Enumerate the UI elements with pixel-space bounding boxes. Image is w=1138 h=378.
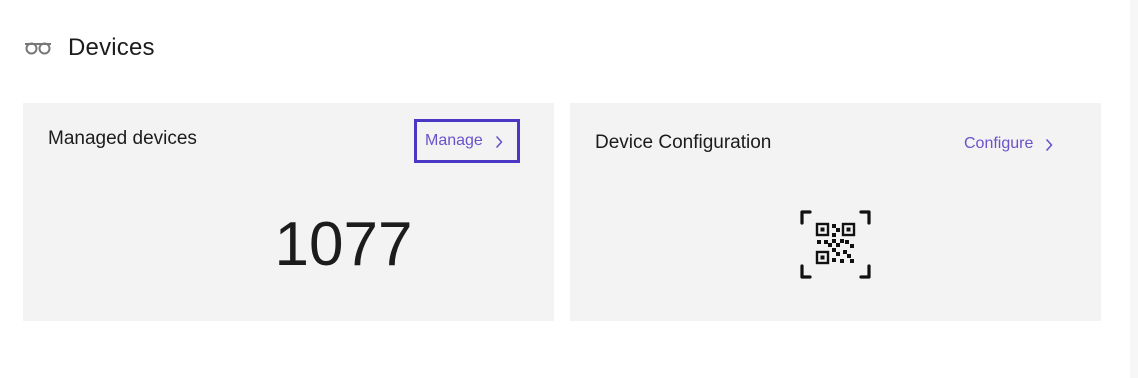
- qr-code-icon: [799, 208, 872, 281]
- device-configuration-title: Device Configuration: [595, 132, 772, 153]
- section-header: Devices: [24, 30, 155, 66]
- managed-devices-card: Managed devices Manage 1077: [23, 103, 554, 321]
- manage-link-label: Manage: [425, 132, 483, 149]
- chevron-right-icon: [1045, 138, 1053, 151]
- scroll-edge: [1130, 0, 1138, 378]
- section-title: Devices: [68, 34, 155, 61]
- configure-link[interactable]: Configure: [964, 135, 1053, 153]
- manage-link[interactable]: Manage: [414, 119, 520, 163]
- glasses-icon: [24, 41, 52, 55]
- configure-link-label: Configure: [964, 135, 1034, 152]
- managed-devices-title: Managed devices: [48, 128, 197, 149]
- chevron-right-icon: [495, 135, 503, 148]
- managed-devices-count: 1077: [274, 210, 413, 279]
- device-configuration-card: Device Configuration Configure: [570, 103, 1101, 321]
